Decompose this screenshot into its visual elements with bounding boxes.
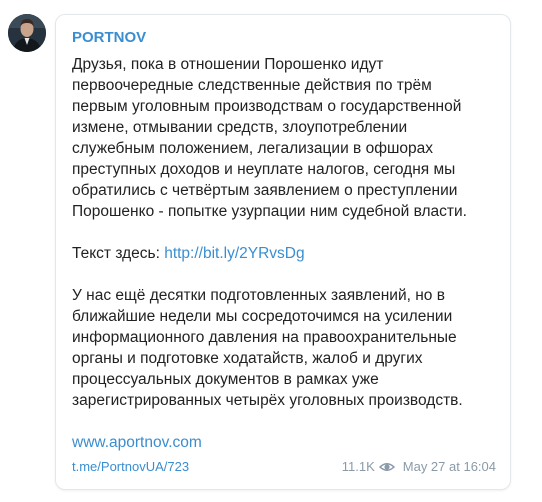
message-paragraph-1: Друзья, пока в отношении Порошенко идут … [72, 54, 494, 222]
text-line: служебным положением, легализации в офшо… [72, 140, 433, 157]
text-line: зарегистрированных четырёх уголовных про… [72, 392, 463, 409]
message-meta: 11.1K May 27 at 16:04 [342, 459, 496, 475]
post-permalink[interactable]: t.me/PortnovUA/723 [72, 459, 189, 475]
link-prefix: Текст здесь: [72, 245, 165, 262]
eye-icon [378, 459, 395, 475]
text-line: первым уголовным производствам о государ… [72, 98, 462, 115]
text-line: преступных доходов и неуплате налогов, с… [72, 161, 456, 178]
text-link[interactable]: http://bit.ly/2YRvsDg [164, 245, 304, 262]
message-bubble: PORTNOV Друзья, пока в отношении Порошен… [55, 14, 511, 490]
text-line: У нас ещё десятки подготовленных заявлен… [72, 287, 445, 304]
view-count: 11.1K [341, 459, 375, 474]
text-line: ближайшие недели мы сосредоточимся на ус… [72, 308, 453, 325]
message-date[interactable]: May 27 at 16:04 [403, 459, 496, 475]
text-line: органы и подготовке ходатайств, жалоб и … [72, 350, 423, 367]
message-paragraph-2: Текст здесь: http://bit.ly/2YRvsDg [72, 243, 494, 264]
text-line: Порошенко - попытке узурпации ним судебн… [72, 203, 467, 220]
text-line: измене, отмывании средств, злоупотреблен… [72, 119, 408, 136]
channel-feed: PORTNOV Друзья, пока в отношении Порошен… [0, 0, 542, 502]
message-text: Друзья, пока в отношении Порошенко идут … [72, 54, 494, 453]
text-line: обратились с четвёртым заявлением о прес… [72, 182, 458, 199]
author-name[interactable]: PORTNOV [72, 28, 146, 48]
avatar[interactable] [8, 14, 46, 52]
text-line: информационного давления на правоохранит… [72, 329, 457, 346]
avatar-photo [8, 14, 46, 52]
website-link[interactable]: www.aportnov.com [72, 432, 494, 453]
message-paragraph-3: У нас ещё десятки подготовленных заявлен… [72, 285, 494, 411]
text-line: первоочередные следственные действия по … [72, 77, 432, 94]
message-footer: t.me/PortnovUA/723 11.1K May 27 at 16:04 [72, 459, 496, 475]
text-line: Друзья, пока в отношении Порошенко идут [72, 56, 384, 73]
text-line: процессуальных документов в рамках уже [72, 371, 379, 388]
